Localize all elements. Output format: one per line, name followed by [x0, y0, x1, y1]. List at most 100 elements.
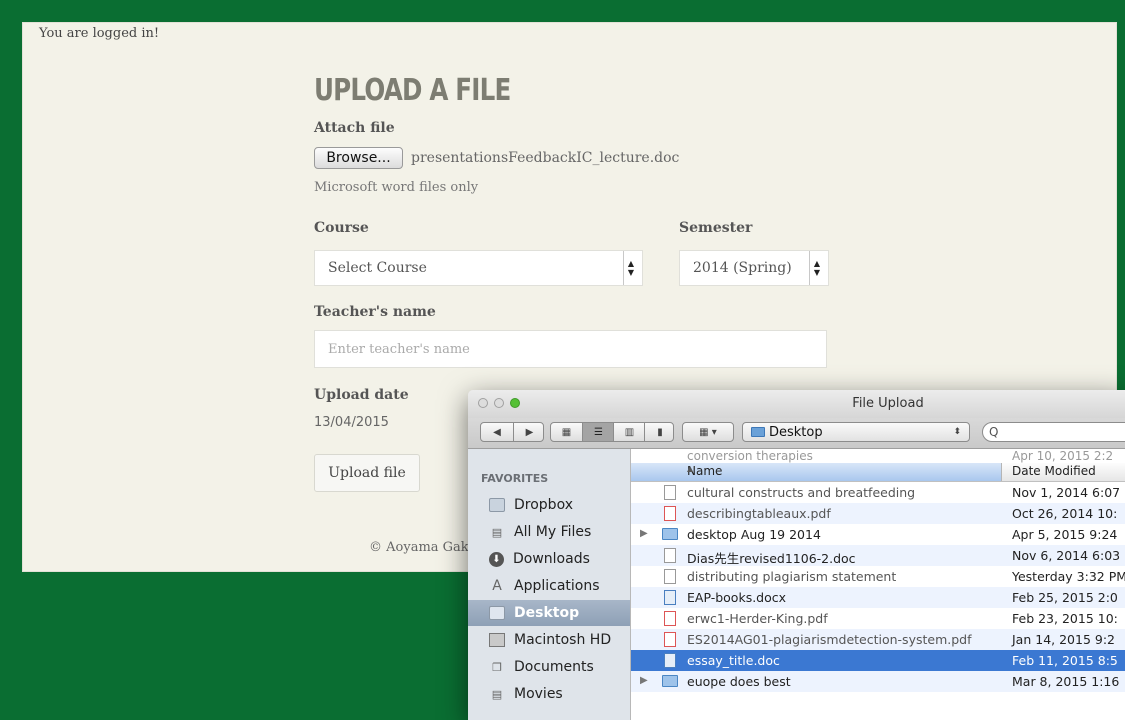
list-item-partial-date: Apr 10, 2015 2:2	[1012, 449, 1114, 463]
back-icon[interactable]: ◀	[481, 423, 513, 441]
list-header: Name ▲ Date Modified	[631, 463, 1125, 482]
name-column-header[interactable]: Name ▲	[631, 463, 1002, 481]
column-view-icon[interactable]: ▥	[613, 423, 645, 441]
sidebar-item-documents[interactable]: ❐ Documents	[468, 654, 630, 680]
favorites-heading: FAVORITES	[481, 472, 549, 485]
file-name: essay_title.doc	[687, 653, 780, 668]
arrange-button[interactable]: ▦ ▾	[682, 422, 734, 442]
file-date: Mar 8, 2015 1:16	[1012, 674, 1120, 689]
drive-icon	[489, 633, 505, 647]
forward-icon[interactable]: ▶	[513, 423, 545, 441]
file-date: Feb 11, 2015 8:5	[1012, 653, 1118, 668]
sidebar-item-movies[interactable]: ▤ Movies	[468, 681, 630, 707]
file-list: conversion therapies Apr 10, 2015 2:2 Na…	[631, 449, 1125, 720]
file-date: Apr 5, 2015 9:24	[1012, 527, 1118, 542]
file-name: euope does best	[687, 674, 791, 689]
file-name: desktop Aug 19 2014	[687, 527, 821, 542]
applications-icon: A	[492, 578, 502, 594]
teacher-name-input[interactable]: Enter teacher's name	[314, 330, 827, 368]
sort-ascending-icon: ▲	[687, 464, 694, 473]
file-name: erwc1-Herder-King.pdf	[687, 611, 828, 626]
dialog-title: File Upload	[852, 396, 924, 411]
teacher-name-label: Teacher's name	[314, 304, 436, 320]
attach-file-label: Attach file	[314, 120, 395, 136]
file-name: ES2014AG01-plagiarismdetection-system.pd…	[687, 632, 972, 647]
list-item[interactable]: Dias先生revised1106-2.doc Nov 6, 2014 6:03	[631, 545, 1125, 566]
file-date: Yesterday 3:32 PM	[1012, 569, 1125, 584]
pdf-icon	[664, 611, 676, 626]
location-label: Desktop	[769, 424, 823, 440]
file-type-help: Microsoft word files only	[314, 180, 479, 195]
icon-view-icon[interactable]: ▦	[551, 423, 582, 441]
sidebar-item-downloads[interactable]: ⬇ Downloads	[468, 546, 630, 572]
course-label: Course	[314, 220, 369, 236]
file-date: Jan 14, 2015 9:2	[1012, 632, 1115, 647]
document-icon	[664, 548, 676, 563]
sidebar-item-all-my-files[interactable]: ▤ All My Files	[468, 519, 630, 545]
file-name: Dias先生revised1106-2.doc	[687, 551, 856, 566]
popup-arrows-icon: ⬍	[953, 427, 961, 437]
browse-button[interactable]: Browse...	[314, 147, 403, 169]
sidebar-item-applications[interactable]: A Applications	[468, 573, 630, 599]
desktop-icon	[489, 606, 505, 620]
list-item-selected[interactable]: essay_title.doc Feb 11, 2015 8:5	[631, 650, 1125, 671]
list-item[interactable]: cultural constructs and breatfeeding Nov…	[631, 482, 1125, 503]
movies-icon: ▤	[491, 687, 503, 701]
file-date: Feb 23, 2015 10:	[1012, 611, 1118, 626]
dialog-sidebar: FAVORITES Dropbox ▤ All My Files ⬇ Downl…	[468, 449, 631, 720]
date-modified-column-header[interactable]: Date Modified	[1012, 464, 1096, 478]
file-upload-dialog: File Upload ◀ ▶ ▦ ☰ ▥ ▮ ▦ ▾ Desktop ⬍ Q …	[468, 390, 1125, 720]
folder-icon	[489, 498, 505, 512]
file-name: distributing plagiarism statement	[687, 569, 897, 584]
file-name: describingtableaux.pdf	[687, 506, 831, 521]
arrange-icon: ▦ ▾	[699, 426, 717, 438]
file-name: EAP-books.docx	[687, 590, 787, 605]
search-icon: Q	[989, 425, 999, 439]
list-item[interactable]: ▶ desktop Aug 19 2014 Apr 5, 2015 9:24	[631, 524, 1125, 545]
file-date: Nov 6, 2014 6:03	[1012, 548, 1121, 563]
coverflow-view-icon[interactable]: ▮	[644, 423, 675, 441]
semester-select[interactable]: 2014 (Spring) ▲ ▼	[679, 250, 829, 286]
file-date: Feb 25, 2015 2:0	[1012, 590, 1118, 605]
file-date: Nov 1, 2014 6:07	[1012, 485, 1121, 500]
course-select-value: Select Course	[328, 260, 427, 276]
folder-icon	[662, 528, 678, 540]
upload-file-button[interactable]: Upload file	[314, 454, 420, 492]
selected-file-name: presentationsFeedbackIC_lecture.doc	[411, 150, 680, 166]
list-item[interactable]: ES2014AG01-plagiarismdetection-system.pd…	[631, 629, 1125, 650]
document-icon	[664, 569, 676, 584]
sidebar-item-label: Dropbox	[514, 497, 573, 513]
folder-icon	[662, 675, 678, 687]
disclosure-triangle-icon[interactable]: ▶	[640, 675, 648, 686]
sidebar-item-macintosh-hd[interactable]: Macintosh HD	[468, 627, 630, 653]
word-document-icon	[664, 653, 676, 668]
semester-select-value: 2014 (Spring)	[693, 260, 792, 276]
file-date: Oct 26, 2014 10:	[1012, 506, 1118, 521]
location-popup[interactable]: Desktop ⬍	[742, 422, 970, 442]
list-view-icon[interactable]: ☰	[582, 423, 614, 441]
sidebar-item-label: All My Files	[514, 524, 592, 540]
sidebar-item-desktop[interactable]: Desktop	[468, 600, 630, 626]
list-item[interactable]: erwc1-Herder-King.pdf Feb 23, 2015 10:	[631, 608, 1125, 629]
dropdown-arrow-icon: ▲ ▼	[809, 251, 824, 285]
documents-icon: ❐	[492, 660, 502, 674]
pdf-icon	[664, 632, 676, 647]
list-item[interactable]: ▶ euope does best Mar 8, 2015 1:16	[631, 671, 1125, 692]
all-files-icon: ▤	[491, 525, 503, 539]
downloads-icon: ⬇	[489, 551, 504, 567]
list-item[interactable]: describingtableaux.pdf Oct 26, 2014 10:	[631, 503, 1125, 524]
sidebar-item-label: Applications	[514, 578, 600, 594]
page-title: UPLOAD A FILE	[314, 73, 511, 108]
login-status: You are logged in!	[39, 26, 160, 41]
list-item[interactable]: distributing plagiarism statement Yester…	[631, 566, 1125, 587]
list-item[interactable]: EAP-books.docx Feb 25, 2015 2:0	[631, 587, 1125, 608]
file-name: cultural constructs and breatfeeding	[687, 485, 916, 500]
disclosure-triangle-icon[interactable]: ▶	[640, 528, 648, 539]
search-field[interactable]: Q	[982, 422, 1125, 442]
dropdown-arrow-icon: ▲ ▼	[623, 251, 638, 285]
desktop-folder-icon	[751, 427, 765, 437]
dialog-toolbar: ◀ ▶ ▦ ☰ ▥ ▮ ▦ ▾ Desktop ⬍ Q	[468, 418, 1125, 449]
sidebar-item-dropbox[interactable]: Dropbox	[468, 492, 630, 518]
course-select[interactable]: Select Course ▲ ▼	[314, 250, 643, 286]
sidebar-item-label: Documents	[514, 659, 594, 675]
